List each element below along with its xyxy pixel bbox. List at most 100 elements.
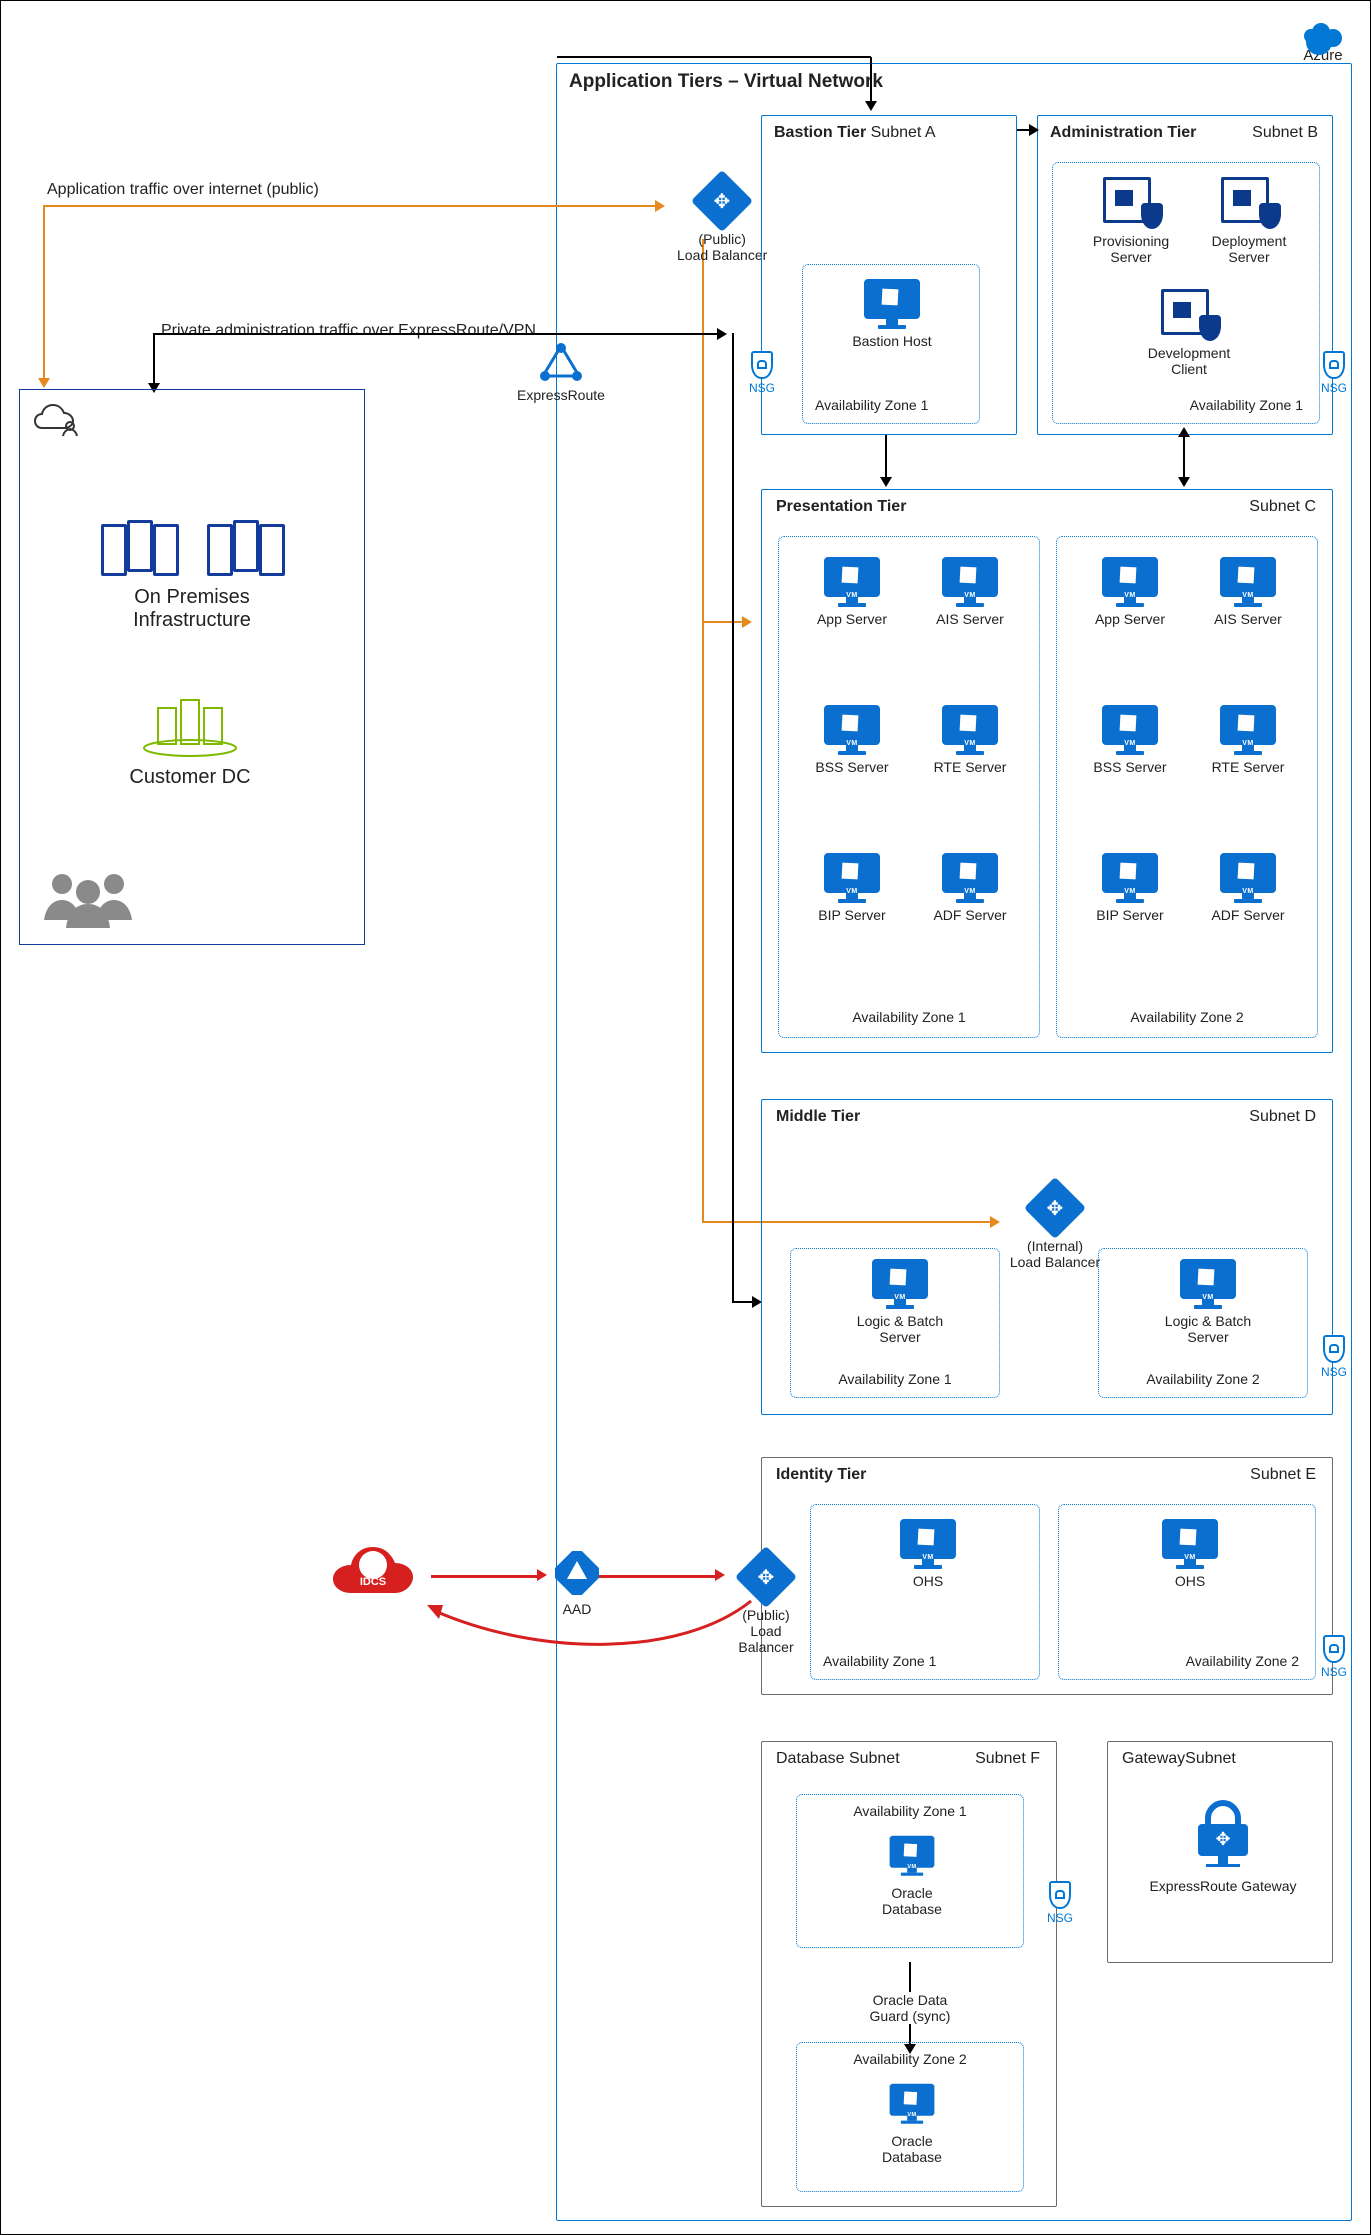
vm-icon: VM (900, 1519, 956, 1567)
ilb-line1: (Internal) (1027, 1238, 1083, 1254)
id-az2-label: Availability Zone 2 (1186, 1653, 1299, 1669)
vm-icon: VM (942, 557, 998, 605)
datacenter-icon (140, 690, 240, 758)
id-az1: VMOHS Availability Zone 1 (810, 1504, 1040, 1680)
lb-public-line2: Load Balancer (677, 247, 767, 263)
cloud-user-icon (34, 404, 84, 443)
mid-az1-label: Availability Zone 1 (791, 1371, 999, 1387)
mid-title: Middle Tier (776, 1108, 860, 1125)
db-subnet: Subnet F (975, 1750, 1040, 1768)
deploy-label: Deployment Server (1199, 233, 1299, 265)
mid-az1: VM Logic & Batch Server Availability Zone… (790, 1248, 1000, 1398)
vm-icon: VM (1220, 853, 1276, 901)
internal-load-balancer: (Internal) Load Balancer (1000, 1186, 1110, 1270)
presentation-tier: Presentation Tier Subnet C VMApp Server … (761, 489, 1333, 1053)
return-arrow (421, 1597, 761, 1667)
identity-tier: Identity Tier Subnet E VMOHS Availabilit… (761, 1457, 1333, 1695)
server-rack-icon (97, 520, 181, 576)
nsg-middle: NSG (1321, 1335, 1347, 1379)
vm-icon: VM (1220, 557, 1276, 605)
customer-dc: Customer DC (120, 690, 260, 789)
oracle-data-guard: Oracle Data Guard (sync) (822, 1962, 998, 2054)
private-traffic-label: Private administration traffic over Expr… (161, 322, 536, 340)
adf-server-label: ADF Server (933, 907, 1006, 923)
bip-server-label: BIP Server (818, 907, 885, 923)
svg-text:✥: ✥ (1215, 1829, 1230, 1849)
guard-l2: Guard (sync) (870, 2008, 951, 2024)
pres-az2: VMApp Server VMAIS Server VMBSS Server V… (1056, 536, 1318, 1038)
nsg-admin: NSG (1321, 351, 1347, 395)
bss-server-label: BSS Server (815, 759, 888, 775)
secure-server-icon (1103, 177, 1159, 227)
vm-icon: VM (1220, 705, 1276, 753)
azure-label: Azure (1303, 47, 1342, 64)
deployment-server: Deployment Server (1199, 177, 1299, 265)
vm-icon: VM (824, 705, 880, 753)
provisioning-server: Provisioning Server (1081, 177, 1181, 265)
gw-title: GatewaySubnet (1122, 1750, 1236, 1768)
expressroute: ExpressRoute (517, 343, 605, 403)
prov-label: Provisioning Server (1081, 233, 1181, 265)
lb-public-line1: (Public) (698, 231, 745, 247)
nsg-db: NSG (1047, 1881, 1073, 1925)
logic-batch-label: Logic & Batch Server (835, 1313, 965, 1345)
bastion-title: Bastion Tier (774, 124, 866, 141)
architecture-diagram: Azure Application Tiers – Virtual Networ… (0, 0, 1371, 2235)
mid-az2: VMLogic & Batch Server Availability Zone… (1098, 1248, 1308, 1398)
app-server-label: App Server (817, 611, 887, 627)
pres-az1: VMApp Server VMAIS Server VMBSS Server V… (778, 536, 1040, 1038)
vm-icon (864, 279, 920, 327)
admin-subnet: Subnet B (1252, 124, 1318, 142)
vm-icon: VM (824, 557, 880, 605)
database-subnet: Database Subnet Subnet F Availability Zo… (761, 1741, 1057, 2207)
oracle-db-label: Oracle Database (867, 1885, 957, 1917)
secure-server-icon (1161, 289, 1217, 339)
server-rack-icon (203, 520, 287, 576)
expressroute-icon (539, 343, 583, 381)
bastion-az-label: Availability Zone 1 (815, 397, 928, 413)
db-title: Database Subnet (776, 1750, 900, 1768)
admin-az1: Provisioning Server Deployment Server De… (1052, 162, 1320, 424)
vm-icon: VM (1180, 1259, 1236, 1307)
cloud-icon (1300, 19, 1346, 47)
db-az1: Availability Zone 1 VMOracle Database (796, 1794, 1024, 1948)
pres-az2-label: Availability Zone 2 (1057, 1009, 1317, 1025)
svg-text:IDCS: IDCS (360, 1576, 386, 1588)
ilb-line2: Load Balancer (1010, 1254, 1100, 1270)
id-az1-label: Availability Zone 1 (823, 1653, 936, 1669)
admin-title: Administration Tier (1050, 124, 1196, 141)
on-prem-infra-l2: Infrastructure (133, 609, 251, 632)
public-load-balancer: (Public) Load Balancer (677, 179, 767, 263)
vm-icon: VM (942, 853, 998, 901)
load-balancer-icon (691, 170, 753, 232)
idcs-cloud: IDCS (329, 1543, 429, 1607)
bastion-tier: Bastion Tier Subnet A Bastion Host Avail… (761, 115, 1017, 435)
id-az2: VMOHS Availability Zone 2 (1058, 1504, 1316, 1680)
bastion-subnet: Subnet A (866, 124, 935, 141)
vm-icon: VM (824, 853, 880, 901)
mid-subnet: Subnet D (1249, 1108, 1316, 1126)
pres-subnet: Subnet C (1249, 498, 1316, 516)
vm-icon: VM (872, 1259, 928, 1307)
id-title: Identity Tier (776, 1466, 866, 1483)
secure-server-icon (1221, 177, 1277, 227)
nsg-bastion: NSG (749, 351, 775, 395)
load-balancer-icon (1024, 1177, 1086, 1239)
on-prem-servers: On Premises Infrastructure (92, 520, 292, 632)
db-az2: Availability Zone 2 VMOracle Database (796, 2042, 1024, 2192)
customer-dc-label: Customer DC (129, 766, 250, 789)
on-prem-box: On Premises Infrastructure Customer DC (19, 389, 365, 945)
vm-icon: VM (1102, 557, 1158, 605)
db-az2-label: Availability Zone 2 (797, 2051, 1023, 2067)
pres-az1-label: Availability Zone 1 (779, 1009, 1039, 1025)
dev-label: Development Client (1139, 345, 1239, 377)
vm-icon: VM (1102, 705, 1158, 753)
gateway-icon: ✥ (1188, 1798, 1258, 1868)
vm-icon: VM (1162, 1519, 1218, 1567)
mid-az2-label: Availability Zone 2 (1099, 1371, 1307, 1387)
expressroute-gateway: ✥ ExpressRoute Gateway (1148, 1798, 1298, 1894)
bastion-host: Bastion Host (847, 279, 937, 349)
nsg-identity: NSG (1321, 1635, 1347, 1679)
bastion-host-label: Bastion Host (852, 333, 931, 349)
db-az1-label: Availability Zone 1 (797, 1803, 1023, 1819)
